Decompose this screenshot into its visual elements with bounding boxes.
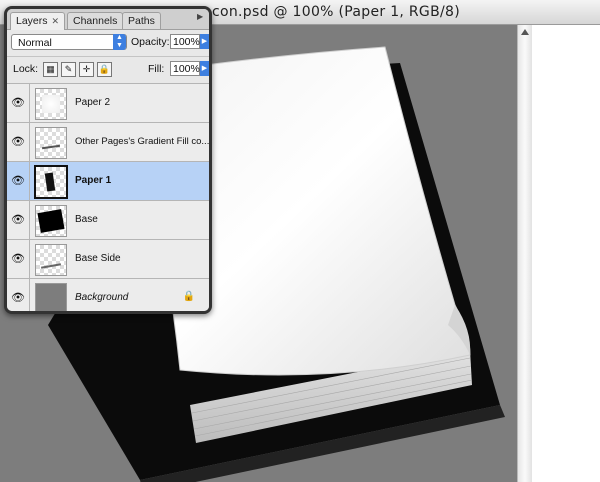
layers-panel-body: Layers ✕ Channels Paths ▶ Normal ▲ ▼ Opaci…	[7, 9, 209, 311]
lock-row: Lock: ▦ ✎ ✛ 🔒 Fill: 100% ▶	[7, 56, 209, 83]
opacity-field[interactable]: 100%	[170, 34, 200, 49]
layer-row[interactable]: 👁 Base	[7, 200, 209, 239]
scroll-up-icon[interactable]	[521, 29, 529, 35]
fill-field[interactable]: 100%	[170, 61, 200, 76]
close-icon[interactable]: ✕	[52, 13, 60, 29]
layer-row[interactable]: 👁 Other Pages's Gradient Fill co...	[7, 122, 209, 161]
panel-menu-icon[interactable]: ▶	[197, 12, 207, 26]
eye-icon[interactable]: 👁	[7, 279, 30, 311]
tab-channels-label: Channels	[73, 15, 118, 27]
layer-row[interactable]: 👁 Base Side	[7, 239, 209, 278]
lock-label: Lock:	[13, 63, 39, 75]
select-arrows-icon: ▲ ▼	[113, 34, 126, 50]
eye-icon[interactable]: 👁	[7, 123, 30, 161]
lock-icon: 🔒	[182, 291, 195, 302]
layer-thumbnail	[35, 88, 67, 120]
tab-paths[interactable]: Paths	[122, 12, 161, 29]
layer-name: Other Pages's Gradient Fill co...	[75, 136, 209, 147]
layer-row[interactable]: 👁 Background 🔒	[7, 278, 209, 311]
layer-thumbnail	[35, 244, 67, 276]
eye-icon[interactable]: 👁	[7, 162, 30, 200]
layer-name: Base	[75, 214, 98, 225]
layers-panel: Layers ✕ Channels Paths ▶ Normal ▲ ▼ Opaci…	[4, 6, 212, 314]
eye-icon[interactable]: 👁	[7, 201, 30, 239]
blend-mode-select[interactable]: Normal ▲ ▼	[11, 34, 127, 50]
layer-name: Background	[75, 292, 129, 303]
layer-row-selected[interactable]: 👁 Paper 1	[7, 161, 209, 200]
panel-tabbar: Layers ✕ Channels Paths ▶	[7, 9, 209, 30]
layer-thumbnail	[35, 205, 67, 237]
layers-list: 👁 Paper 2 👁 Other Pages's Gradient Fill …	[7, 83, 209, 311]
lock-pixels-icon[interactable]: ✎	[61, 62, 76, 77]
tab-layers[interactable]: Layers ✕	[10, 12, 66, 30]
blend-row: Normal ▲ ▼ Opacity: 100% ▶	[7, 30, 209, 56]
lock-all-icon[interactable]: 🔒	[97, 62, 112, 77]
fill-label: Fill:	[148, 63, 165, 75]
layer-thumbnail	[35, 127, 67, 159]
lock-transparency-icon[interactable]: ▦	[43, 62, 58, 77]
document-title: con.psd @ 100% (Paper 1, RGB/8)	[212, 4, 460, 20]
layer-thumbnail	[35, 283, 67, 311]
window-background	[532, 25, 600, 482]
layer-row[interactable]: 👁 Paper 2	[7, 83, 209, 122]
eye-icon[interactable]: 👁	[7, 84, 30, 122]
layer-name: Paper 1	[75, 175, 112, 186]
opacity-arrow-icon[interactable]: ▶	[200, 34, 209, 49]
tab-paths-label: Paths	[128, 15, 155, 27]
layer-name: Base Side	[75, 253, 121, 264]
layer-thumbnail	[34, 165, 68, 199]
opacity-label: Opacity:	[131, 36, 170, 48]
blend-mode-value: Normal	[18, 37, 52, 49]
layer-name: Paper 2	[75, 97, 111, 108]
lock-position-icon[interactable]: ✛	[79, 62, 94, 77]
tab-channels[interactable]: Channels	[67, 12, 124, 29]
eye-icon[interactable]: 👁	[7, 240, 30, 278]
tab-layers-label: Layers	[16, 15, 48, 27]
lock-buttons: ▦ ✎ ✛ 🔒	[43, 62, 112, 77]
fill-arrow-icon[interactable]: ▶	[200, 61, 209, 76]
vertical-scrollbar[interactable]	[517, 25, 532, 482]
